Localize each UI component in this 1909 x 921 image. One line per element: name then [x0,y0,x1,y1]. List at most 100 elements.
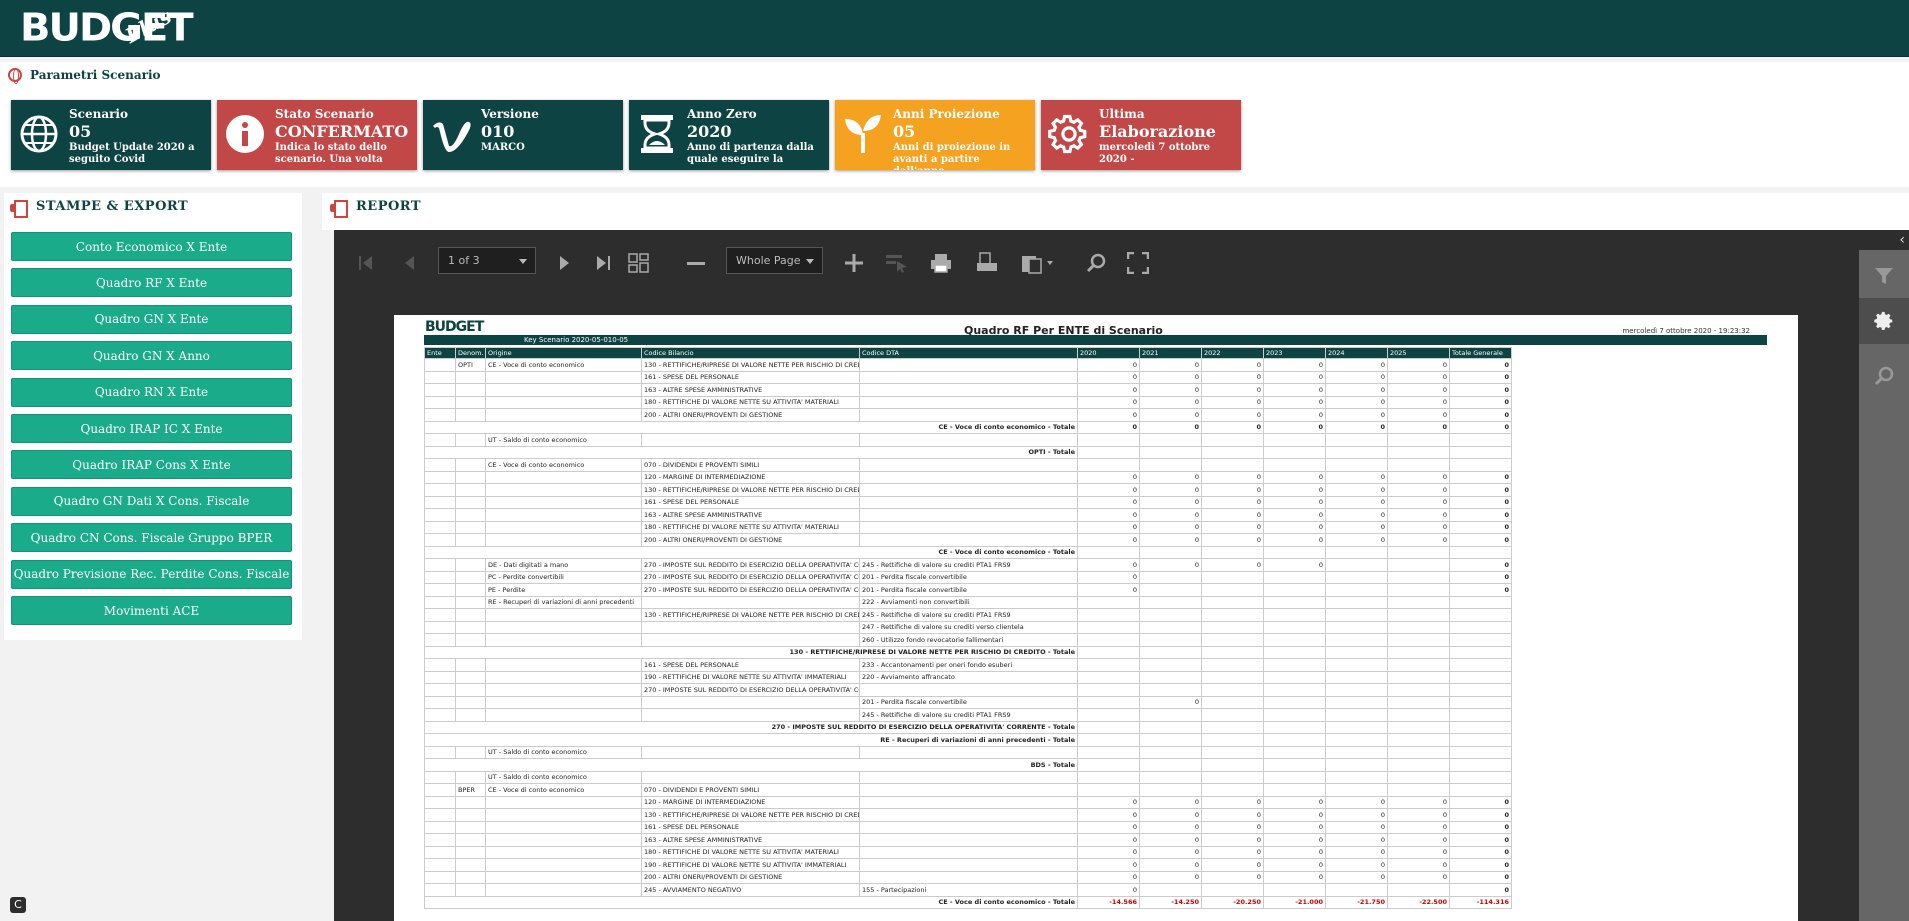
table-cell [859,783,1078,797]
print-button[interactable] [926,247,956,279]
export-button-2[interactable]: Quadro RF X Ente [11,268,292,298]
value-cell [1201,445,1264,459]
export-button-11[interactable]: Movimenti ACE [11,596,292,625]
value-cell: 0 [1201,858,1264,872]
value-cell [1077,433,1140,447]
table-cell [485,808,642,822]
zoom-select[interactable]: Whole Page [726,247,823,274]
search-button[interactable] [1082,247,1110,279]
export-button-4[interactable]: Quadro GN X Anno [11,341,292,371]
table-cell [485,608,642,622]
column-header[interactable]: 2021 [1139,347,1202,359]
value-cell: 0 [1325,795,1388,809]
param-card-stato-scenario[interactable]: Stato Scenario CONFERMATO Indica lo stato … [217,100,417,170]
print-page-button[interactable] [972,247,1002,279]
table-cell: 163 - ALTRE SPESE AMMINISTRATIVE [641,383,860,397]
corner-badge[interactable]: C [10,897,26,913]
table-cell [641,433,860,447]
column-header[interactable]: Totale Generale [1449,347,1512,359]
value-cell: 0 [1325,870,1388,884]
param-card-ultima[interactable]: Ultima Elaborazione mercoledì 7 ottobre 20… [1041,100,1241,170]
value-cell [1201,608,1264,622]
table-cell: 200 - ALTRI ONERI/PROVENTI DI GESTIONE [641,408,860,422]
table-cell [455,395,486,409]
card-value: 05 [893,122,916,141]
value-cell: 0 [1139,508,1202,522]
value-cell: 0 [1263,358,1326,372]
export-button-5[interactable]: Quadro RN X Ente [11,377,292,407]
value-cell: 0 [1325,420,1388,434]
first-page-button[interactable] [352,247,380,279]
value-cell: 0 [1449,858,1512,872]
last-page-button[interactable] [590,247,618,279]
value-cell [1139,595,1202,609]
param-card-anni-proiezione[interactable]: Anni Proiezione 05 Anni di proiezione in a… [835,100,1035,170]
table-cell: 180 - RETTIFICHE DI VALORE NETTE SU ATTI… [641,520,860,534]
value-cell: 0 [1449,583,1512,597]
param-card-anno-zero[interactable]: Anno Zero 2020 Anno di partenza dalla qual… [629,100,829,170]
table-cell [485,658,642,672]
export-button-7[interactable]: Quadro IRAP Cons X Ente [11,450,292,480]
table-cell [424,683,456,697]
column-header[interactable]: Codice DTA [859,347,1078,359]
zoom-out-button[interactable] [682,247,710,279]
filter-button[interactable] [1874,266,1894,290]
total-label: 270 - IMPOSTE SUL REDDITO DI ESERCIZIO D… [424,720,1078,734]
parameters-button[interactable] [1859,298,1909,344]
value-cell [1387,708,1450,722]
table-cell: 201 - Perdita fiscale convertibile [859,570,1078,584]
zoom-in-button[interactable] [840,247,868,279]
value-cell [1139,458,1202,472]
value-cell: 0 [1387,370,1450,384]
table-cell: UT - Saldo di conto economico [485,433,642,447]
param-card-versione[interactable]: Versione 010 MARCO [423,100,623,170]
param-card-scenario[interactable]: Scenario 05 Budget Update 2020 a seguito C… [11,100,211,170]
select-tool-button[interactable] [882,247,912,279]
prev-page-button[interactable] [396,247,424,279]
table-cell [424,495,456,509]
column-header[interactable]: Ente [424,347,456,359]
export-button-1[interactable]: Conto Economico X Ente [11,232,292,261]
column-header[interactable]: Denom. [455,347,486,359]
column-header[interactable]: 2020 [1077,347,1140,359]
value-cell: 0 [1263,370,1326,384]
table-cell: 245 - Rettifiche di valore su crediti PT… [859,708,1078,722]
export-button[interactable] [1018,247,1058,279]
table-cell [455,408,486,422]
table-row: 130 - RETTIFICHE/RIPRESE DI VALORE NETTE… [424,483,1512,497]
export-button-8[interactable]: Quadro GN Dati X Cons. Fiscale [11,486,292,516]
table-cell: 222 - Avviamenti non convertibili [859,595,1078,609]
next-page-button[interactable] [550,247,578,279]
column-header[interactable]: 2024 [1325,347,1388,359]
value-cell [1139,445,1202,459]
search-panel-button[interactable] [1874,366,1894,390]
fullscreen-button[interactable] [1124,247,1152,279]
print-icon [931,254,951,273]
multi-page-button[interactable] [624,247,654,279]
page-select[interactable]: 1 of 3 [438,247,536,274]
value-cell [1387,595,1450,609]
table-row: 120 - MARGINE DI INTERMEDIAZIONE 0 0 0 0 0 0 0 [424,795,1512,809]
value-cell [1449,658,1512,672]
value-cell: 0 [1263,833,1326,847]
value-cell: 0 [1263,495,1326,509]
value-cell [1077,633,1140,647]
column-header[interactable]: 2022 [1201,347,1264,359]
collapse-sidebar-button[interactable]: ‹ [1899,232,1905,248]
export-button-6[interactable]: Quadro IRAP IC X Ente [11,414,292,443]
value-cell [1201,720,1264,734]
value-cell: 0 [1263,858,1326,872]
column-header[interactable]: 2025 [1387,347,1450,359]
column-header[interactable]: Origine [485,347,642,359]
total-label: RE - Recuperi di variazioni di anni prec… [424,733,1078,747]
value-cell [1449,708,1512,722]
column-header[interactable]: 2023 [1263,347,1326,359]
export-button-10[interactable]: Quadro Previsione Rec. Perdite Cons. Fis… [11,559,292,589]
column-header[interactable]: Codice Bilancio [641,347,860,359]
table-cell [424,533,456,547]
value-cell [1325,695,1388,709]
export-button-3[interactable]: Quadro GN X Ente [11,304,292,334]
export-button-9[interactable]: Quadro CN Cons. Fiscale Gruppo BPER [11,523,292,553]
value-cell: 0 [1077,383,1140,397]
value-cell [1139,645,1202,659]
